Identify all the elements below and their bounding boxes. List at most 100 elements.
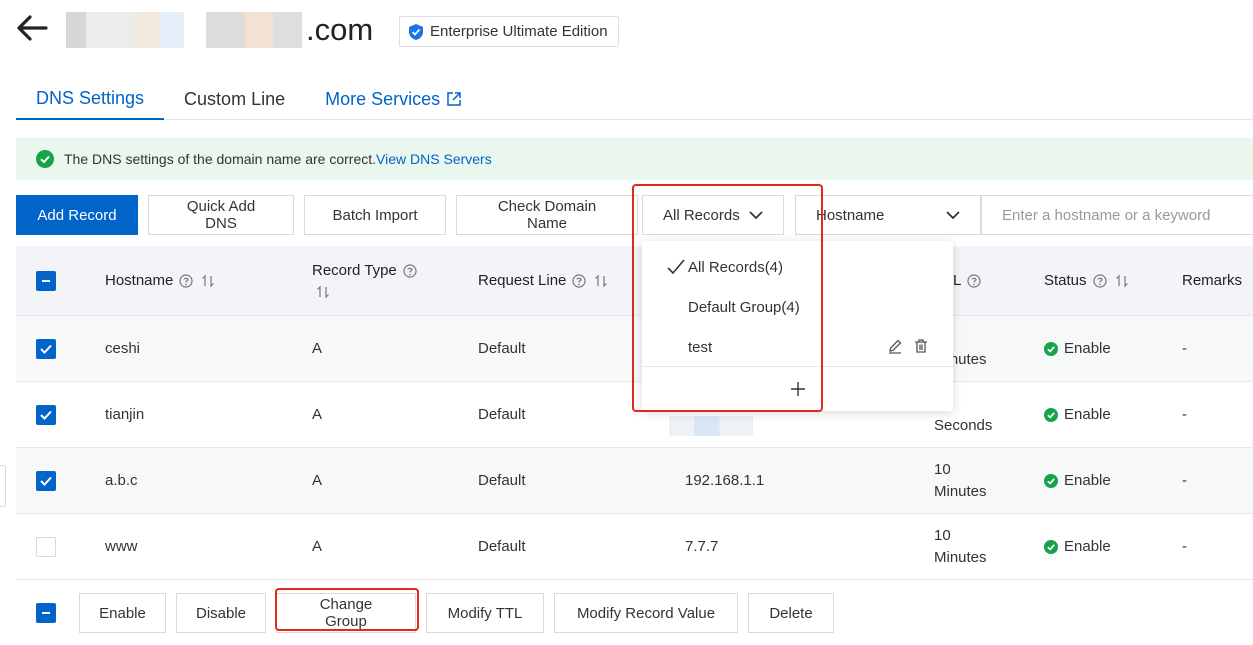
batch-action-bar: Enable Disable Change Group Modify TTL M…: [16, 581, 1253, 645]
column-status[interactable]: Status: [1044, 246, 1129, 315]
record-value-cell: 7.7.7: [685, 538, 719, 555]
batch-import-button[interactable]: Batch Import: [304, 195, 446, 235]
record-type-cell: A: [312, 472, 323, 489]
status-text: Enable: [1064, 406, 1111, 423]
help-circle-icon: [179, 273, 193, 288]
record-value-cell: 192.168.1.1: [685, 472, 765, 489]
table-row: www A Default 7.7.7 10 Minutes Enable -: [16, 514, 1253, 580]
add-group-button[interactable]: [642, 367, 953, 411]
group-actions: [887, 338, 929, 354]
minus-icon: [42, 612, 50, 614]
batch-select-checkbox[interactable]: [36, 603, 56, 623]
enable-button[interactable]: Enable: [79, 593, 166, 633]
status-text: Enable: [1064, 340, 1111, 357]
tab-label: More Services: [325, 88, 441, 109]
edit-icon[interactable]: [887, 338, 903, 354]
check-circle-icon: [1044, 407, 1058, 422]
column-label: Status: [1044, 272, 1087, 289]
table-header-row: Hostname Record Type Request Line L Stat…: [16, 246, 1253, 316]
change-group-button[interactable]: Change Group: [276, 593, 416, 633]
sort-icon[interactable]: [1115, 274, 1129, 288]
quick-add-dns-button[interactable]: Quick Add DNS: [148, 195, 294, 235]
chevron-down-icon: [946, 211, 960, 220]
ttl-number: 10: [934, 460, 951, 478]
row-checkbox[interactable]: [36, 404, 56, 425]
add-record-button[interactable]: Add Record: [16, 195, 138, 235]
column-record-type[interactable]: Record Type: [312, 246, 417, 315]
modify-ttl-button[interactable]: Modify TTL: [426, 593, 544, 633]
domain-title: .com: [66, 10, 373, 50]
column-label: Hostname: [105, 272, 174, 289]
select-all-cell: [36, 246, 56, 315]
notice-text: The DNS settings of the domain name are …: [64, 151, 377, 167]
checkmark-icon: [667, 259, 685, 275]
success-notice: The DNS settings of the domain name are …: [16, 138, 1253, 180]
status-cell: Enable: [1044, 448, 1111, 513]
column-ttl[interactable]: L: [953, 246, 981, 315]
tab-custom-line[interactable]: Custom Line: [164, 78, 305, 120]
delete-button[interactable]: Delete: [748, 593, 834, 633]
tab-more-services[interactable]: More Services: [305, 78, 482, 120]
record-type-cell: A: [312, 538, 323, 555]
dropdown-item-label: test: [688, 338, 713, 356]
view-dns-servers-link[interactable]: View DNS Servers: [376, 151, 492, 167]
row-checkbox[interactable]: [36, 338, 56, 359]
table-row: a.b.c A Default 192.168.1.1 10 Minutes E…: [16, 448, 1253, 514]
edition-label: Enterprise Ultimate Edition: [430, 23, 608, 40]
row-select-cell: [36, 382, 56, 447]
record-type-cell: A: [312, 406, 323, 423]
back-arrow-icon[interactable]: [14, 12, 50, 44]
row-select-cell: [36, 448, 56, 513]
tab-dns-settings[interactable]: DNS Settings: [16, 78, 165, 120]
dns-records-table: Hostname Record Type Request Line L Stat…: [16, 246, 1253, 580]
record-group-value: All Records: [663, 206, 740, 224]
search-input[interactable]: [981, 195, 1253, 235]
search-field-select[interactable]: Hostname: [795, 195, 981, 235]
request-line-cell: Default: [478, 538, 526, 555]
remarks-cell: -: [1182, 340, 1187, 357]
dropdown-item-all-records[interactable]: All Records(4): [642, 247, 953, 287]
record-type-cell: A: [312, 340, 323, 357]
trash-icon[interactable]: [913, 338, 929, 354]
hostname-cell: tianjin: [105, 406, 145, 423]
modify-record-value-button[interactable]: Modify Record Value: [554, 593, 738, 633]
column-request-line[interactable]: Request Line: [478, 246, 608, 315]
row-checkbox[interactable]: [36, 536, 56, 557]
column-label-wrap: Record Type: [312, 262, 417, 279]
dropdown-item-test[interactable]: test: [642, 327, 953, 367]
remarks-cell: -: [1182, 472, 1187, 489]
ttl-unit: Minutes: [934, 548, 987, 566]
sort-icon[interactable]: [594, 274, 608, 288]
column-hostname[interactable]: Hostname: [105, 246, 215, 315]
tab-label: Custom Line: [184, 88, 286, 109]
ttl-number: 10: [934, 526, 951, 544]
row-checkbox[interactable]: [36, 470, 56, 491]
dropdown-item-default-group[interactable]: Default Group(4): [642, 287, 953, 327]
request-line-cell: Default: [478, 406, 526, 423]
sort-icon[interactable]: [316, 285, 330, 299]
request-line-cell: Default: [478, 472, 526, 489]
disable-button[interactable]: Disable: [176, 593, 266, 633]
column-label: Record Type: [312, 262, 397, 279]
dropdown-item-label: All Records(4): [688, 258, 784, 276]
sort-icon[interactable]: [201, 274, 215, 288]
row-select-cell: [36, 316, 56, 381]
ttl-cell: 10 Minutes: [934, 514, 987, 579]
search-field-value: Hostname: [816, 206, 885, 224]
status-cell: Enable: [1044, 382, 1111, 447]
external-link-icon: [447, 92, 461, 106]
request-line-cell: Default: [478, 340, 526, 357]
record-group-dropdown: All Records(4) Default Group(4) test: [642, 241, 953, 411]
check-domain-name-button[interactable]: Check Domain Name: [456, 195, 638, 235]
help-circle-icon: [967, 273, 981, 288]
record-group-select[interactable]: All Records: [642, 195, 784, 235]
status-cell: Enable: [1044, 514, 1111, 579]
dropdown-item-label: Default Group(4): [688, 298, 800, 316]
hostname-cell: www: [105, 538, 138, 555]
select-all-checkbox[interactable]: [36, 270, 56, 291]
shield-icon: [409, 23, 423, 40]
side-handle[interactable]: [0, 465, 6, 507]
masked-domain-part: [206, 12, 302, 48]
hostname-cell: a.b.c: [105, 472, 138, 489]
edition-badge: Enterprise Ultimate Edition: [399, 16, 619, 47]
